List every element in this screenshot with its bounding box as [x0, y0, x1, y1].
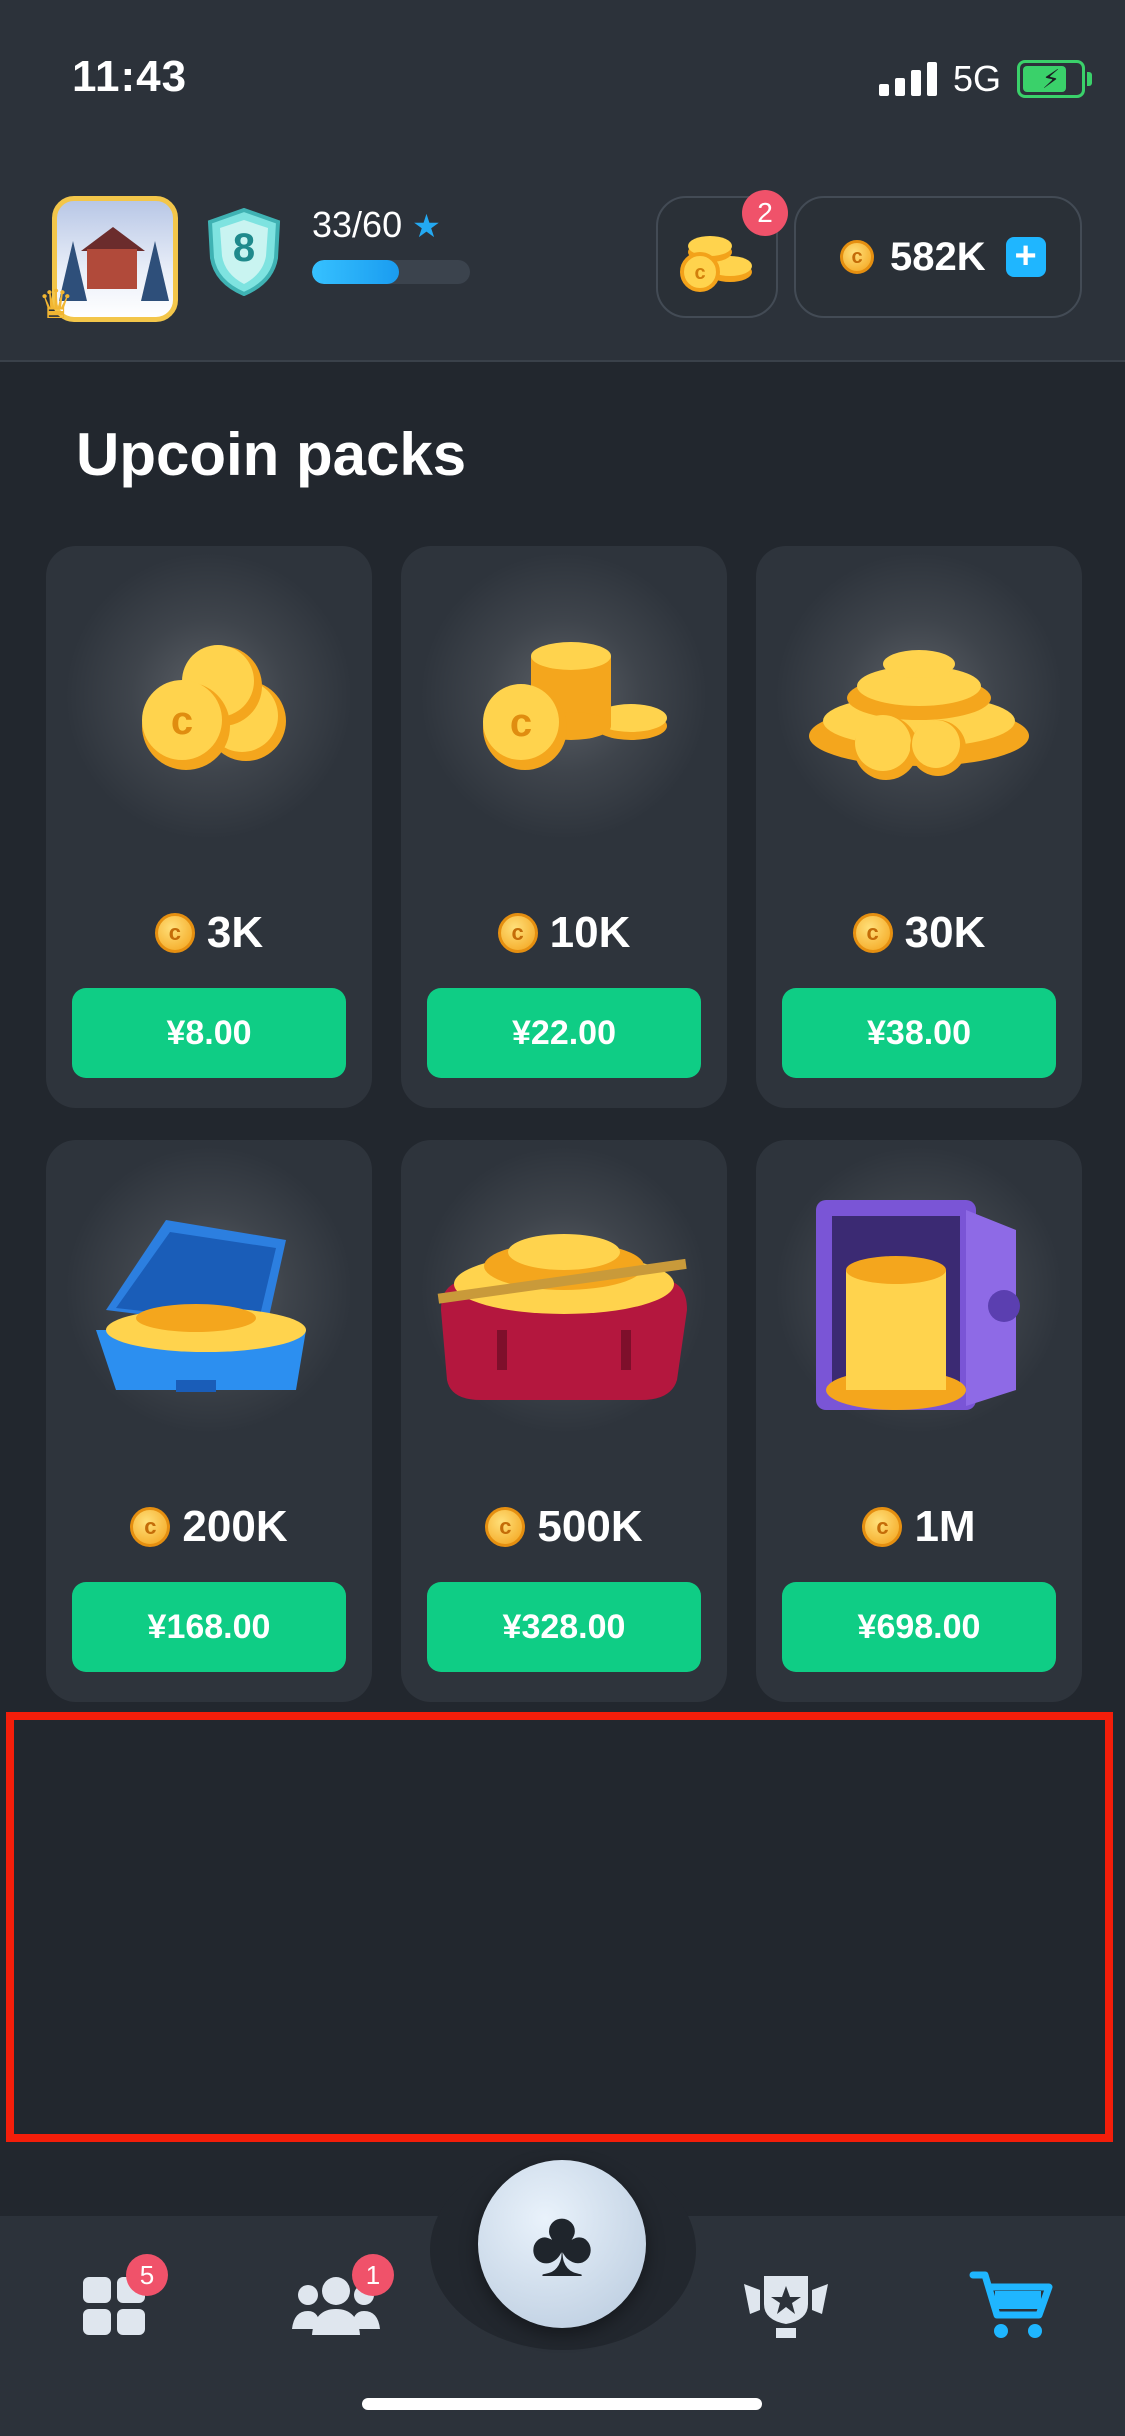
status-time: 11:43 [72, 52, 188, 101]
pack-card[interactable]: c 500K ¥328.00 [401, 1140, 727, 1702]
add-coins-icon[interactable]: + [1005, 237, 1046, 277]
pack-amount: 200K [182, 1502, 288, 1551]
xp-bar [312, 260, 470, 284]
signal-icon [878, 62, 937, 96]
coin-vault-icon [816, 1200, 1020, 1410]
pack-amount: 10K [549, 908, 631, 957]
free-coins-badge: 2 [742, 190, 788, 236]
club-icon: ♣ [530, 2190, 594, 2297]
coin-icon: c [852, 913, 893, 953]
pack-card[interactable]: c 30K ¥38.00 [756, 546, 1082, 1108]
nav-shop[interactable] [952, 2256, 1072, 2356]
svg-text:c: c [171, 699, 193, 743]
xp-progress: 33/60 ★ [312, 204, 441, 246]
games-badge: 5 [126, 2254, 168, 2296]
coin-case-icon [96, 1220, 306, 1392]
coin-icon: c [862, 1507, 903, 1547]
buy-button[interactable]: ¥22.00 [427, 988, 701, 1078]
coin-heap-icon [809, 650, 1029, 780]
coin-bag-icon [437, 1234, 687, 1400]
coin-icon: c [130, 1507, 171, 1547]
home-indicator [362, 2398, 762, 2410]
pack-card[interactable]: c c 10K ¥22.00 [401, 546, 727, 1108]
pack-amount: 3K [206, 908, 264, 957]
level-number: 8 [232, 226, 256, 270]
pack-card[interactable]: c c 3K ¥8.00 [46, 546, 372, 1108]
coin-pile-small-icon: c [142, 645, 286, 770]
pack-amount: 30K [904, 908, 986, 957]
highlighted-empty-area [6, 1712, 1113, 2142]
svg-text:c: c [510, 701, 532, 745]
coin-icon: c [154, 913, 195, 953]
section-title: Upcoin packs [76, 421, 467, 488]
free-coins-button[interactable]: c 2 [656, 190, 788, 318]
xp-text: 33/60 [312, 204, 403, 245]
status-icons: 5G ⚡ [878, 58, 1092, 100]
coin-icon: c [485, 1507, 526, 1547]
friends-badge: 1 [352, 2254, 394, 2296]
coins-icon: c [680, 236, 752, 292]
coin-balance[interactable]: c 582K + [794, 196, 1082, 318]
trophy-icon [744, 2276, 828, 2338]
svg-text:c: c [694, 262, 705, 284]
buy-button[interactable]: ¥38.00 [782, 988, 1056, 1078]
play-button[interactable]: ♣ [478, 2160, 646, 2328]
nav-games[interactable]: 5 [54, 2254, 174, 2356]
battery-icon: ⚡ [1017, 60, 1092, 98]
top-bar: 11:43 5G ⚡ ♛ 8 33/60 ★ c 2 c 582K + [0, 0, 1125, 362]
buy-button[interactable]: ¥698.00 [782, 1582, 1056, 1672]
nav-friends[interactable]: 1 [276, 2254, 396, 2356]
buy-button[interactable]: ¥328.00 [427, 1582, 701, 1672]
xp-bar-fill [312, 260, 399, 284]
star-icon: ★ [412, 208, 441, 244]
pack-amount: 500K [537, 1502, 643, 1551]
network-label: 5G [952, 58, 1001, 99]
coin-stack-icon: c [483, 642, 667, 770]
buy-button[interactable]: ¥168.00 [72, 1582, 346, 1672]
crown-icon: ♛ [38, 283, 74, 327]
coin-icon: c [497, 913, 538, 953]
coin-icon: c [840, 240, 874, 274]
cart-icon [969, 2271, 1053, 2338]
pack-card[interactable]: c 200K ¥168.00 [46, 1140, 372, 1702]
nav-leaderboard[interactable] [726, 2256, 846, 2356]
coin-balance-amount: 582K [890, 234, 986, 279]
buy-button[interactable]: ¥8.00 [72, 988, 346, 1078]
pack-amount: 1M [914, 1502, 976, 1551]
pack-card[interactable]: c 1M ¥698.00 [756, 1140, 1082, 1702]
